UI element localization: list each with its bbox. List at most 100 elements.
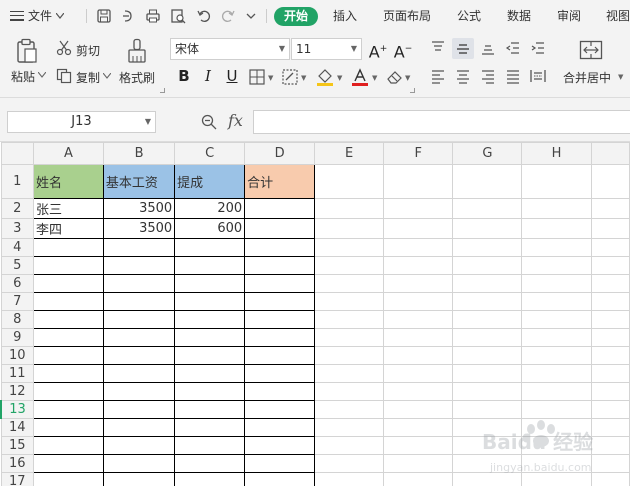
cell-g4[interactable] <box>452 238 523 257</box>
row-header-15[interactable]: 15 <box>0 436 34 455</box>
paste-button[interactable]: 粘贴 <box>11 68 35 85</box>
cell-f8[interactable] <box>383 310 454 329</box>
cell-a8[interactable] <box>32 310 104 329</box>
row-header-10[interactable]: 10 <box>0 346 34 365</box>
cell-c15[interactable] <box>174 436 246 455</box>
cell-style-icon[interactable] <box>282 69 298 85</box>
row-header-17[interactable]: 17 <box>0 472 34 486</box>
cell-f9[interactable] <box>383 328 454 347</box>
cell-g1[interactable] <box>452 164 523 199</box>
cell-e16[interactable] <box>314 454 385 473</box>
cell-g10[interactable] <box>452 346 523 365</box>
chevron-down-icon[interactable]: ▼ <box>372 74 377 82</box>
row-header-11[interactable]: 11 <box>0 364 34 383</box>
cell-h7[interactable] <box>521 292 592 311</box>
cell-a5[interactable] <box>32 256 104 275</box>
cell-e7[interactable] <box>314 292 385 311</box>
cell-i6[interactable] <box>590 274 630 293</box>
cell-i2[interactable] <box>590 198 630 219</box>
cell-d7[interactable] <box>244 292 316 311</box>
cell-d1[interactable]: 合计 <box>244 164 316 199</box>
cell-b1[interactable]: 基本工资 <box>102 164 176 199</box>
cell-c4[interactable] <box>174 238 246 257</box>
row-header-7[interactable]: 7 <box>0 292 34 311</box>
cell-f15[interactable] <box>383 436 454 455</box>
cell-b9[interactable] <box>102 328 176 347</box>
tab-data[interactable]: 数据 <box>507 7 531 26</box>
cell-g9[interactable] <box>452 328 523 347</box>
cell-a15[interactable] <box>32 436 104 455</box>
row-header-13[interactable]: 13 <box>0 400 34 419</box>
cell-d4[interactable] <box>244 238 316 257</box>
dialog-launcher-icon[interactable] <box>410 88 415 93</box>
italic-icon[interactable]: I <box>198 65 218 87</box>
cell-c3[interactable]: 600 <box>174 218 246 239</box>
increase-font-size-icon[interactable]: A+ <box>368 38 388 61</box>
cell-f3[interactable] <box>383 218 454 239</box>
cell-f17[interactable] <box>383 472 454 486</box>
row-header-4[interactable]: 4 <box>0 238 34 257</box>
cell-g7[interactable] <box>452 292 523 311</box>
chevron-down-icon[interactable]: ▼ <box>268 74 273 82</box>
cell-e9[interactable] <box>314 328 385 347</box>
cell-c5[interactable] <box>174 256 246 275</box>
cell-h8[interactable] <box>521 310 592 329</box>
cell-i1[interactable] <box>590 164 630 199</box>
cell-f1[interactable] <box>383 164 454 199</box>
cell-a2[interactable]: 张三 <box>32 198 104 219</box>
cell-e11[interactable] <box>314 364 385 383</box>
cell-h5[interactable] <box>521 256 592 275</box>
export-pdf-icon[interactable] <box>120 8 136 24</box>
cell-a6[interactable] <box>32 274 104 293</box>
cell-h3[interactable] <box>521 218 592 239</box>
column-header-i[interactable] <box>590 142 630 165</box>
cell-i3[interactable] <box>590 218 630 239</box>
cell-a14[interactable] <box>32 418 104 437</box>
cell-g2[interactable] <box>452 198 523 219</box>
distributed-align-icon[interactable] <box>530 68 546 84</box>
row-header-6[interactable]: 6 <box>0 274 34 293</box>
justify-icon[interactable] <box>505 68 521 84</box>
chevron-down-icon[interactable]: ▼ <box>301 74 306 82</box>
cell-f11[interactable] <box>383 364 454 383</box>
font-color-icon[interactable] <box>351 68 369 86</box>
row-header-9[interactable]: 9 <box>0 328 34 347</box>
cut-icon[interactable] <box>56 40 72 56</box>
cell-a16[interactable] <box>32 454 104 473</box>
tab-view[interactable]: 视图 <box>606 7 630 26</box>
format-painter-icon[interactable] <box>126 38 148 64</box>
cell-c7[interactable] <box>174 292 246 311</box>
cell-b10[interactable] <box>102 346 176 365</box>
cell-g5[interactable] <box>452 256 523 275</box>
cell-e14[interactable] <box>314 418 385 437</box>
tab-home[interactable]: 开始 <box>274 7 319 26</box>
cell-a12[interactable] <box>32 382 104 401</box>
row-header-1[interactable]: 1 <box>0 164 34 199</box>
insert-function-button[interactable]: fx <box>228 111 243 130</box>
align-right-icon[interactable] <box>480 68 496 84</box>
cell-b14[interactable] <box>102 418 176 437</box>
cell-g3[interactable] <box>452 218 523 239</box>
format-painter-button[interactable]: 格式刷 <box>119 69 155 86</box>
cell-c9[interactable] <box>174 328 246 347</box>
cell-a9[interactable] <box>32 328 104 347</box>
copy-icon[interactable] <box>56 68 72 84</box>
cell-i9[interactable] <box>590 328 630 347</box>
save-icon[interactable] <box>96 8 112 24</box>
cell-c13[interactable] <box>174 400 246 419</box>
cell-a10[interactable] <box>32 346 104 365</box>
cell-d16[interactable] <box>244 454 316 473</box>
merge-center-icon[interactable] <box>579 40 603 60</box>
chevron-down-icon[interactable] <box>38 72 46 78</box>
zoom-icon[interactable] <box>201 114 217 130</box>
border-icon[interactable] <box>249 69 265 85</box>
cell-c14[interactable] <box>174 418 246 437</box>
cell-b4[interactable] <box>102 238 176 257</box>
cell-i12[interactable] <box>590 382 630 401</box>
chevron-down-icon[interactable]: ▼ <box>337 74 342 82</box>
cut-button[interactable]: 剪切 <box>76 42 100 59</box>
copy-button[interactable]: 复制 <box>76 69 100 86</box>
chevron-down-icon[interactable]: ▼ <box>618 73 623 81</box>
cell-d13[interactable] <box>244 400 316 419</box>
cell-b13[interactable] <box>102 400 176 419</box>
